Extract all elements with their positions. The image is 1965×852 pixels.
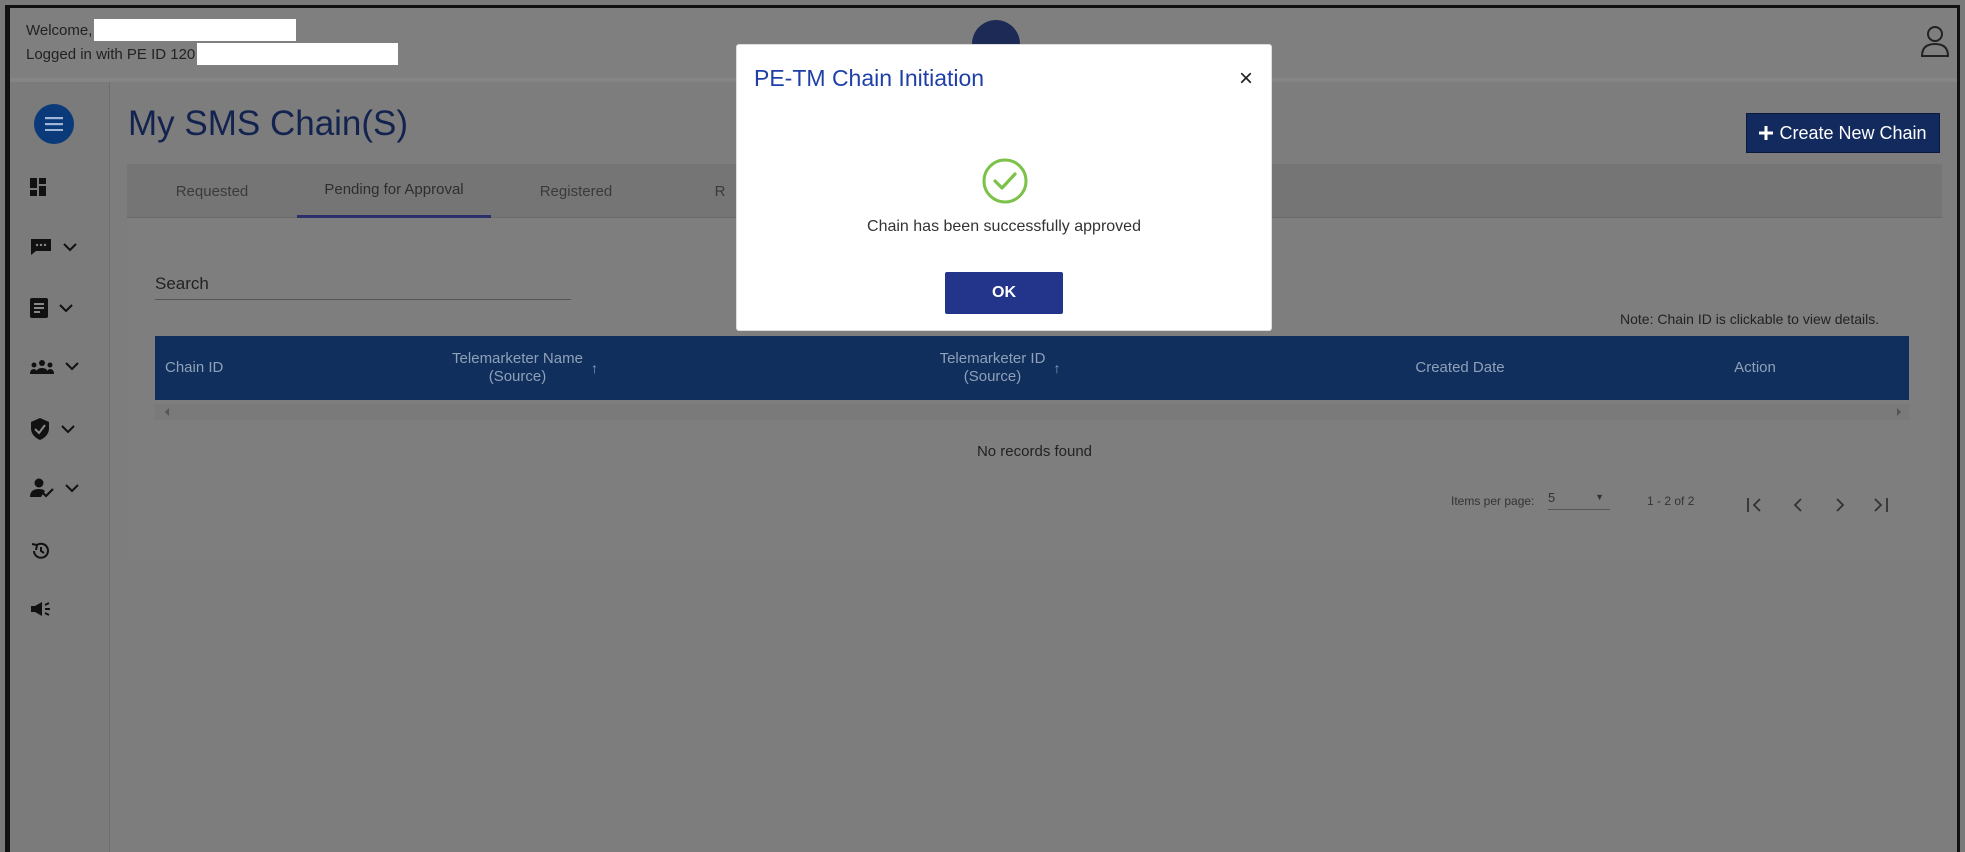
first-page-icon[interactable] (1746, 496, 1764, 514)
tab-requested[interactable]: Requested (127, 164, 297, 218)
chevron-down-icon (65, 362, 79, 371)
sidebar-item-documents[interactable] (30, 298, 74, 318)
column-created-date: Created Date (1355, 336, 1565, 400)
previous-page-icon[interactable] (1789, 496, 1807, 514)
last-page-icon[interactable] (1871, 496, 1889, 514)
sidebar-item-security[interactable] (30, 418, 76, 440)
column-action-label: Action (1734, 359, 1776, 376)
table-header: Chain ID Telemarketer Name (Source) ↑ Te… (155, 336, 1909, 400)
history-icon (31, 542, 49, 559)
app-frame: Welcome, Logged in with PE ID 120 My SMS… (5, 5, 1960, 852)
column-telemarketer-name-label: Telemarketer Name (Source) (452, 350, 583, 386)
dialog-message: Chain has been successfully approved (867, 218, 1141, 235)
hamburger-icon (45, 117, 63, 131)
logged-in-label: Logged in with PE ID 120 (26, 45, 196, 63)
ok-button[interactable]: OK (945, 272, 1063, 314)
horizontal-scrollbar[interactable] (155, 404, 1909, 420)
search-label: Search (155, 274, 209, 293)
column-created-date-label: Created Date (1415, 359, 1505, 376)
tab-fourth[interactable]: R (710, 164, 730, 218)
tab-pending-for-approval[interactable]: Pending for Approval (297, 164, 491, 218)
scroll-right-icon[interactable] (1895, 407, 1903, 417)
column-telemarketer-name[interactable]: Telemarketer Name (Source) ↑ (415, 336, 635, 400)
scroll-left-icon[interactable] (163, 407, 171, 417)
sidebar-item-history[interactable] (30, 540, 52, 562)
column-telemarketer-name-line2: (Source) (488, 368, 547, 385)
sidebar (10, 82, 110, 852)
column-telemarketer-id-label: Telemarketer ID (Source) (940, 350, 1046, 386)
welcome-label: Welcome, (26, 21, 93, 39)
plus-icon (1759, 126, 1774, 140)
sidebar-item-messages[interactable] (30, 238, 78, 256)
create-new-chain-button[interactable]: Create New Chain (1746, 113, 1940, 153)
document-icon (30, 298, 48, 318)
user-icon[interactable] (1919, 24, 1951, 58)
column-telemarketer-id-line1: Telemarketer ID (939, 350, 1046, 367)
column-telemarketer-id-line2: (Source) (963, 368, 1022, 385)
chevron-down-icon (61, 425, 75, 434)
chevron-down-icon (63, 243, 77, 252)
page-title: My SMS Chain(S) (128, 104, 409, 143)
redacted-username (94, 19, 297, 41)
sort-arrow-up-icon[interactable]: ↑ (1053, 359, 1060, 377)
sidebar-item-user-approval[interactable] (30, 478, 80, 498)
tab-registered[interactable]: Registered (491, 164, 661, 218)
column-action: Action (1685, 336, 1825, 400)
create-new-chain-label: Create New Chain (1779, 122, 1927, 143)
sidebar-item-campaigns[interactable] (30, 600, 52, 618)
dialog-title: PE-TM Chain Initiation (754, 65, 985, 91)
chevron-down-icon (65, 484, 79, 493)
user-check-icon (30, 478, 54, 498)
dashboard-icon (30, 178, 46, 196)
menu-toggle-button[interactable] (34, 104, 74, 144)
shield-check-icon (31, 418, 49, 440)
sidebar-item-dashboard[interactable] (30, 178, 48, 196)
column-chain-id-label: Chain ID (165, 359, 224, 376)
sort-arrow-up-icon[interactable]: ↑ (591, 359, 598, 377)
sidebar-item-groups[interactable] (30, 358, 80, 374)
chain-id-note: Note: Chain ID is clickable to view deta… (1620, 311, 1880, 327)
group-icon (30, 360, 54, 374)
message-icon (31, 239, 51, 255)
items-per-page-value: 5 (1548, 490, 1556, 505)
chevron-down-icon (59, 304, 73, 313)
items-per-page-label: Items per page: (1451, 494, 1535, 508)
search-input[interactable]: Search (155, 272, 571, 300)
items-per-page-select[interactable]: 5 ▼ (1548, 490, 1610, 510)
column-telemarketer-name-line1: Telemarketer Name (452, 350, 583, 367)
column-telemarketer-id[interactable]: Telemarketer ID (Source) ↑ (910, 336, 1090, 400)
empty-message: No records found (976, 443, 1093, 460)
welcome-block: Welcome, Logged in with PE ID 120 (26, 18, 399, 66)
dropdown-arrow-icon: ▼ (1595, 492, 1604, 502)
megaphone-icon (31, 602, 50, 616)
close-icon[interactable]: × (1239, 65, 1253, 93)
redacted-pe-id (197, 43, 399, 65)
column-chain-id: Chain ID (155, 336, 235, 400)
next-page-icon[interactable] (1831, 496, 1849, 514)
page-range: 1 - 2 of 2 (1647, 494, 1695, 508)
success-dialog: PE-TM Chain Initiation × Chain has been … (736, 44, 1272, 331)
success-check-icon (982, 158, 1028, 204)
